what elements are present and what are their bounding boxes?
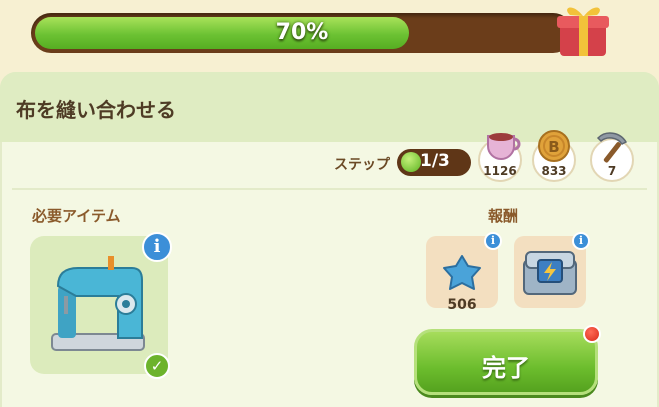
coin-icon: B [538,130,570,162]
pickaxe-icon [596,132,628,163]
progress-percent: 70% [275,20,329,45]
svg-text:B: B [548,138,559,156]
rewards-label: 報酬 [488,207,519,225]
cost-coin-value: 833 [541,164,567,178]
cost-pickaxe-value: 7 [607,164,617,178]
cost-pickaxe: 7 [590,128,636,184]
notification-dot-icon [583,325,601,343]
step-value: 1/3 [420,151,450,171]
cost-teacup: 1126 [478,128,524,184]
blue-gem-icon [443,255,481,290]
required-items-label: 必要アイテム [32,207,121,225]
sewing-machine-icon [51,256,145,351]
gift-box-icon[interactable] [552,2,614,58]
teacup-icon [487,133,521,160]
step-progress-dot [401,152,421,172]
energy-chest-icon [523,251,577,295]
reward-gem-info-icon[interactable]: i [484,232,502,250]
reward-gem-value: 506 [447,297,477,313]
checkmark-icon: ✓ [144,353,170,379]
section-divider [12,188,647,190]
cost-coin: B 833 [532,128,578,184]
quest-title: 布を縫い合わせる [16,98,176,122]
cost-teacup-value: 1126 [483,164,517,178]
complete-button-label: 完了 [482,354,530,382]
reward-chest-info-icon[interactable]: i [572,232,590,250]
step-label: ステップ [334,157,390,173]
required-item-info-icon[interactable]: i [142,232,172,262]
